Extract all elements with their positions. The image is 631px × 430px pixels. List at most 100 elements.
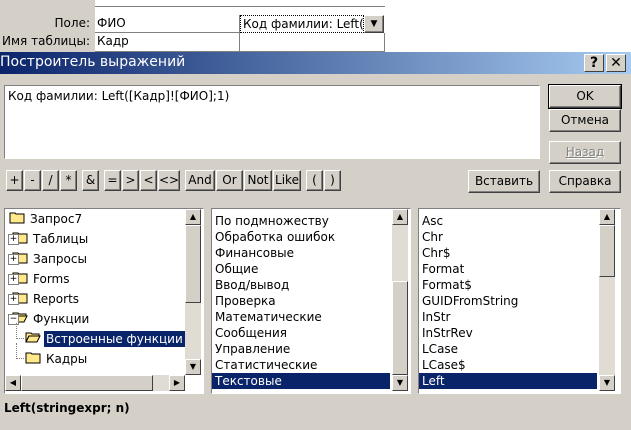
operator-button[interactable]: + <box>6 170 23 191</box>
category-item[interactable]: Статистические <box>212 357 390 373</box>
function-item[interactable]: Format <box>419 261 597 277</box>
function-item[interactable]: LCase <box>419 341 597 357</box>
operator-button[interactable]: < <box>140 170 157 191</box>
cancel-button[interactable]: Отмена <box>549 109 621 132</box>
folder-icon <box>25 330 41 350</box>
scroll-up-icon[interactable]: ▲ <box>185 209 201 225</box>
field-row-label: Поле: <box>54 16 90 30</box>
operator-button[interactable]: * <box>60 170 77 191</box>
operator-button[interactable]: - <box>24 170 41 191</box>
tree-hscroll-thumb[interactable] <box>21 375 153 391</box>
title-bar[interactable]: Построитель выражений ? ✕ <box>0 52 631 74</box>
folder-icon <box>9 210 25 230</box>
tree-item-label: Reports <box>33 292 80 306</box>
operator-button[interactable]: ( <box>306 170 323 191</box>
tree-connector <box>16 323 24 339</box>
function-scrollbar[interactable]: ▲ ▼ <box>599 209 615 391</box>
category-item[interactable]: Обработка ошибок <box>212 229 390 245</box>
operator-button[interactable]: Like <box>273 170 301 191</box>
expression-input[interactable]: Код фамилии: Left([Кадр]![ФИО];1) <box>4 85 540 159</box>
dropdown-arrow-icon[interactable]: ▼ <box>364 15 384 33</box>
category-item[interactable]: Математические <box>212 309 390 325</box>
operator-button[interactable]: = <box>104 170 121 191</box>
function-list: Asc Chr Chr$ Format Format$ GUIDFromString InS… <box>419 213 597 389</box>
function-list-panel: Asc Chr Chr$ Format Format$ GUIDFromString InS… <box>418 208 621 394</box>
tree-connector <box>16 343 24 359</box>
category-item[interactable]: Общие <box>212 261 390 277</box>
category-scrollbar[interactable]: ▲ ▼ <box>392 209 408 391</box>
tree-horizontal-scrollbar[interactable]: ◀ ▶ <box>5 375 185 391</box>
operator-button[interactable]: > <box>122 170 139 191</box>
tree-vertical-scrollbar[interactable]: ▲ ▼ <box>185 209 201 375</box>
scroll-down-icon[interactable]: ▼ <box>392 375 408 391</box>
tree-item[interactable]: + Таблицы <box>8 229 90 249</box>
function-item[interactable]: Chr <box>419 229 597 245</box>
category-item[interactable]: По подмножеству <box>212 213 390 229</box>
dialog-title: Построитель выражений <box>0 54 186 70</box>
expand-icon[interactable]: + <box>8 234 19 245</box>
category-item[interactable]: Текстовые <box>212 373 390 389</box>
tree-item[interactable]: + Запросы <box>8 249 89 269</box>
tree-item-label: Запросы <box>33 252 87 266</box>
scroll-right-icon[interactable]: ▶ <box>169 375 185 391</box>
tree-item[interactable]: + Forms <box>8 269 71 289</box>
grid-cell-field-2[interactable]: Код фамилии: Left([I <box>240 15 364 33</box>
function-item[interactable]: Format$ <box>419 277 597 293</box>
scroll-down-icon[interactable]: ▼ <box>185 359 201 375</box>
function-item[interactable]: Asc <box>419 213 597 229</box>
table-row-label: Имя таблицы: <box>2 34 90 48</box>
tree-item[interactable]: Запрос7 <box>9 209 84 229</box>
category-scroll-thumb[interactable] <box>392 281 408 375</box>
function-scroll-thumb[interactable] <box>599 225 615 277</box>
grid-cell-table-1[interactable]: Кадр <box>95 33 240 52</box>
help-title-button[interactable]: ? <box>584 54 604 72</box>
query-grid: Поле: Имя таблицы: ФИО Кадр Код фамилии:… <box>0 0 631 52</box>
close-icon[interactable]: ✕ <box>606 54 626 72</box>
tree-item-label: Функции <box>33 312 90 326</box>
operator-button[interactable]: <> <box>158 170 180 191</box>
category-list-panel: По подмножеству Обработка ошибок Финансовы… <box>211 208 411 394</box>
expand-icon[interactable]: + <box>8 294 19 305</box>
operator-button[interactable]: / <box>42 170 59 191</box>
expression-builder-dialog: Построитель выражений ? ✕ Код фамилии: L… <box>0 52 631 430</box>
scroll-up-icon[interactable]: ▲ <box>599 209 615 225</box>
back-button[interactable]: Назад <box>549 141 621 164</box>
ok-button[interactable]: OK <box>548 84 622 109</box>
operator-button[interactable]: ) <box>324 170 341 191</box>
tree-item-label: Таблицы <box>33 232 89 246</box>
category-list: По подмножеству Обработка ошибок Финансовы… <box>212 213 390 389</box>
help-button[interactable]: Справка <box>549 170 621 193</box>
function-item[interactable]: LCase$ <box>419 357 597 373</box>
tree-item-label: Встроенные функции <box>44 331 185 347</box>
operator-button[interactable]: & <box>82 170 99 191</box>
insert-button[interactable]: Вставить <box>468 170 540 193</box>
tree-item-label: Кадры <box>46 352 88 366</box>
function-item[interactable]: InStrRev <box>419 325 597 341</box>
tree-item[interactable]: + Reports <box>8 289 81 309</box>
tree-item[interactable]: Встроенные функции <box>25 329 185 349</box>
object-tree-panel: Запрос7 + Таблицы + Запросы + Forms + Reports − Фу… <box>4 208 204 394</box>
grid-cell-field-1[interactable]: ФИО <box>95 15 240 33</box>
expand-icon[interactable]: + <box>8 254 19 265</box>
function-item[interactable]: Chr$ <box>419 245 597 261</box>
scroll-left-icon[interactable]: ◀ <box>5 375 21 391</box>
category-item[interactable]: Сообщения <box>212 325 390 341</box>
function-item[interactable]: GUIDFromString <box>419 293 597 309</box>
category-item[interactable]: Ввод/вывод <box>212 277 390 293</box>
function-syntax-label: Left(stringexpr; n) <box>4 401 130 415</box>
expand-icon[interactable]: + <box>8 274 19 285</box>
category-item[interactable]: Проверка <box>212 293 390 309</box>
scroll-up-icon[interactable]: ▲ <box>392 209 408 225</box>
tree-scroll-thumb[interactable] <box>185 225 201 303</box>
function-item[interactable]: Left <box>419 373 597 389</box>
category-item[interactable]: Финансовые <box>212 245 390 261</box>
category-item[interactable]: Управление <box>212 341 390 357</box>
tree-item-label: Forms <box>33 272 70 286</box>
scroll-down-icon[interactable]: ▼ <box>599 375 615 391</box>
operator-button[interactable]: Not <box>244 170 272 191</box>
tree-item[interactable]: Кадры <box>25 349 89 369</box>
operator-button[interactable]: Or <box>216 170 243 191</box>
function-item[interactable]: InStr <box>419 309 597 325</box>
grid-cell-table-2[interactable] <box>240 33 385 52</box>
operator-button[interactable]: And <box>185 170 215 191</box>
